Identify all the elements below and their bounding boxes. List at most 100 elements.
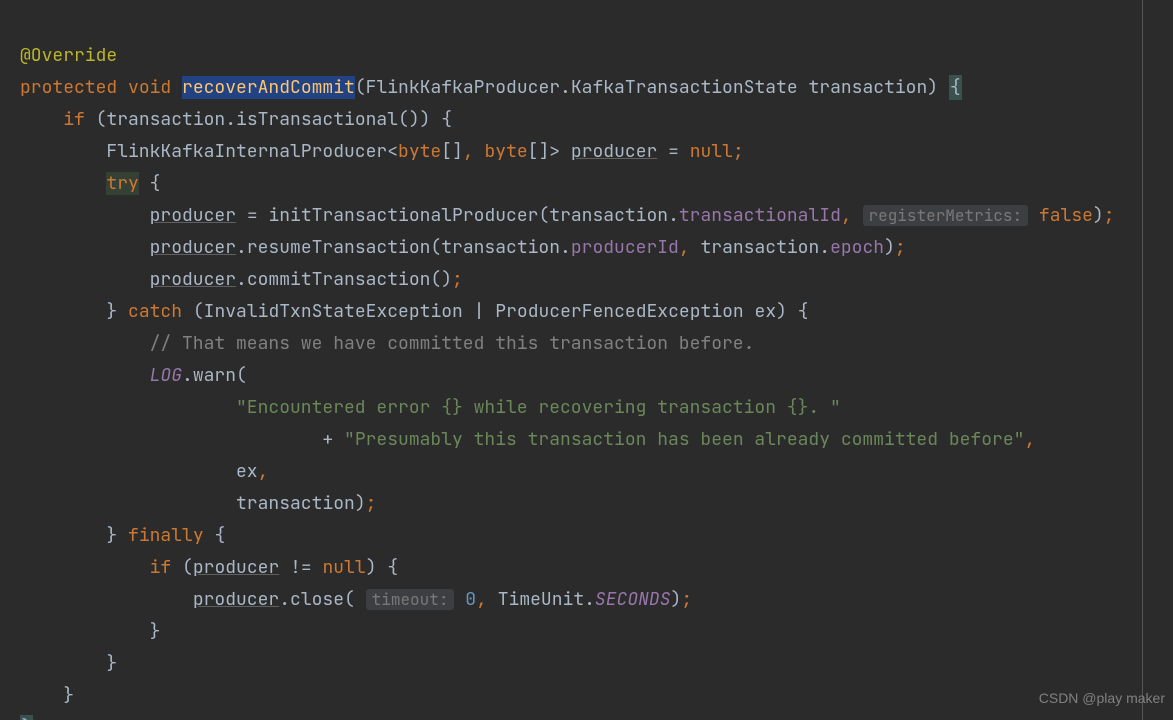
plus: + (322, 428, 333, 451)
call: .resumeTransaction (236, 236, 430, 259)
brace: } (106, 524, 117, 547)
generic-close: > (549, 140, 560, 163)
paren: ) (366, 556, 377, 579)
keyword-false: false (1039, 204, 1093, 227)
paren: ) (420, 108, 431, 131)
call: .warn (182, 364, 236, 387)
string-literal: "Presumably this transaction has been al… (344, 428, 1024, 451)
keyword-if: if (63, 108, 85, 131)
keyword-try: try (106, 172, 138, 195)
semi: ; (452, 268, 463, 291)
comma: , (679, 236, 690, 259)
param-hint: timeout: (366, 589, 455, 610)
comma: , (463, 140, 474, 163)
method-name: recoverAndCommit (182, 76, 355, 99)
code-content[interactable]: @Override protected void recoverAndCommi… (20, 8, 1141, 720)
exc-var: ex (755, 300, 777, 323)
exc-type: ProducerFencedException (495, 300, 743, 323)
call: initTransactionalProducer (268, 204, 538, 227)
paren: ) (1093, 204, 1104, 227)
comment: // That means we have committed this tra… (150, 332, 755, 355)
var-producer: producer (150, 268, 236, 291)
semi: ; (366, 492, 377, 515)
paren: ) (355, 492, 366, 515)
call: .close (279, 588, 344, 611)
param-type: FlinkKafkaProducer.KafkaTransactionState (366, 76, 798, 99)
semi: ; (1104, 204, 1115, 227)
brace: { (214, 524, 225, 547)
keyword-finally: finally (128, 524, 204, 547)
arg: transaction (236, 492, 355, 515)
arg: transaction. (549, 204, 679, 227)
field: epoch (830, 236, 884, 259)
constant: SECONDS (595, 588, 671, 611)
generic-open: < (387, 140, 398, 163)
arg: transaction. (441, 236, 571, 259)
semi: ; (681, 588, 692, 611)
brace: { (798, 300, 809, 323)
paren: ) (776, 300, 787, 323)
var-producer: producer (150, 236, 236, 259)
number: 0 (465, 588, 476, 611)
keyword-protected: protected (20, 76, 117, 99)
field: producerId (571, 236, 679, 259)
exc-type: InvalidTxnStateException (204, 300, 463, 323)
brace: { (387, 556, 398, 579)
type: FlinkKafkaInternalProducer (106, 140, 387, 163)
type-arg: byte (398, 140, 441, 163)
brace: } (150, 620, 161, 643)
paren: ) (927, 76, 938, 99)
paren: ( (193, 300, 204, 323)
var-producer: producer (150, 204, 236, 227)
neq: != (290, 556, 312, 579)
brace: } (106, 300, 117, 323)
string-literal: "Encountered error {} while recovering t… (236, 396, 841, 419)
paren: ( (344, 588, 355, 611)
watermark: CSDN @play maker (1039, 682, 1165, 714)
expr: transaction.isTransactional() (106, 108, 419, 131)
keyword-catch: catch (128, 300, 182, 323)
arg: TimeUnit. (498, 588, 595, 611)
paren: ( (236, 364, 247, 387)
param-hint: registerMetrics: (863, 205, 1029, 226)
paren: ( (430, 236, 441, 259)
arg: ex (236, 460, 258, 483)
paren: ( (182, 556, 193, 579)
var-producer: producer (193, 556, 279, 579)
paren: ( (355, 76, 366, 99)
brace-open: { (949, 75, 962, 100)
margin-line (1142, 0, 1143, 720)
brace: } (106, 652, 117, 675)
brace-close: } (20, 715, 33, 720)
comma: , (476, 588, 487, 611)
brackets: [] (528, 140, 550, 163)
keyword-if: if (150, 556, 172, 579)
brackets: [] (441, 140, 463, 163)
comma: , (258, 460, 269, 483)
semi: ; (733, 140, 744, 163)
paren: ( (538, 204, 549, 227)
arg: transaction. (700, 236, 830, 259)
keyword-null: null (322, 556, 365, 579)
paren: () (430, 268, 452, 291)
eq: = (668, 140, 679, 163)
pipe: | (474, 300, 485, 323)
brace: } (63, 684, 74, 707)
log-ident: LOG (150, 364, 182, 387)
comma: , (841, 204, 852, 227)
paren: ) (671, 588, 682, 611)
keyword-void: void (128, 76, 171, 99)
brace: { (441, 108, 452, 131)
call: .commitTransaction (236, 268, 430, 291)
var-producer: producer (571, 140, 657, 163)
keyword-null: null (690, 140, 733, 163)
var-producer: producer (193, 588, 279, 611)
eq: = (247, 204, 258, 227)
comma: , (1024, 428, 1035, 451)
param-name: transaction (808, 76, 927, 99)
paren: ) (884, 236, 895, 259)
code-editor[interactable]: @Override protected void recoverAndCommi… (0, 0, 1173, 720)
annotation: @Override (20, 44, 117, 67)
field: transactionalId (679, 204, 841, 227)
type-arg: byte (484, 140, 527, 163)
